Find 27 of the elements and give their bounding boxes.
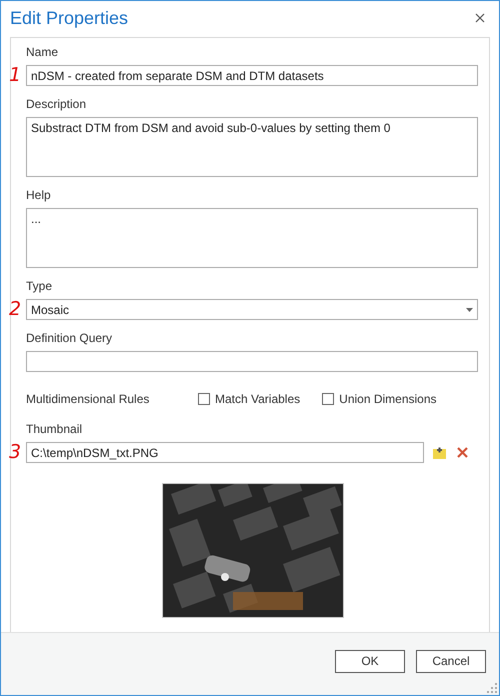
input-field[interactable]: nDSM - created from separate DSM and DTM datasets bbox=[26, 65, 478, 86]
field-label: Multidimensional Rules bbox=[26, 391, 150, 407]
add-file-icon[interactable] bbox=[432, 445, 447, 460]
field-label: Type bbox=[26, 278, 54, 294]
checkbox[interactable] bbox=[198, 393, 210, 405]
input-field[interactable] bbox=[26, 351, 478, 372]
resize-grip-icon[interactable] bbox=[487, 683, 497, 693]
input-field[interactable]: C:\temp\nDSM_txt.PNG bbox=[26, 442, 424, 463]
field-label: Name bbox=[26, 44, 60, 60]
field-label: Definition Query bbox=[26, 330, 114, 346]
dialog-button[interactable]: Cancel bbox=[416, 650, 486, 672]
dropdown[interactable]: Mosaic bbox=[26, 299, 478, 320]
checkbox-label: Union Dimensions bbox=[339, 391, 437, 407]
checkbox[interactable] bbox=[322, 393, 334, 405]
field-label: Help bbox=[26, 187, 52, 203]
field-label: Thumbnail bbox=[26, 421, 84, 437]
annotation-number: 3 bbox=[9, 441, 22, 463]
field-label: Description bbox=[26, 96, 88, 112]
caret-icon bbox=[466, 308, 473, 312]
window-title: Edit Properties bbox=[10, 8, 128, 28]
checkbox-label: Match Variables bbox=[215, 391, 300, 407]
annotation-number: 1 bbox=[9, 64, 22, 86]
dialog-button[interactable]: OK bbox=[335, 650, 405, 672]
text-area[interactable]: ... bbox=[26, 208, 478, 268]
annotation-number: 2 bbox=[9, 298, 22, 320]
delete-icon[interactable] bbox=[457, 447, 468, 458]
text-area[interactable]: Substract DTM from DSM and avoid sub-0-values by setting them 0 bbox=[26, 117, 478, 177]
